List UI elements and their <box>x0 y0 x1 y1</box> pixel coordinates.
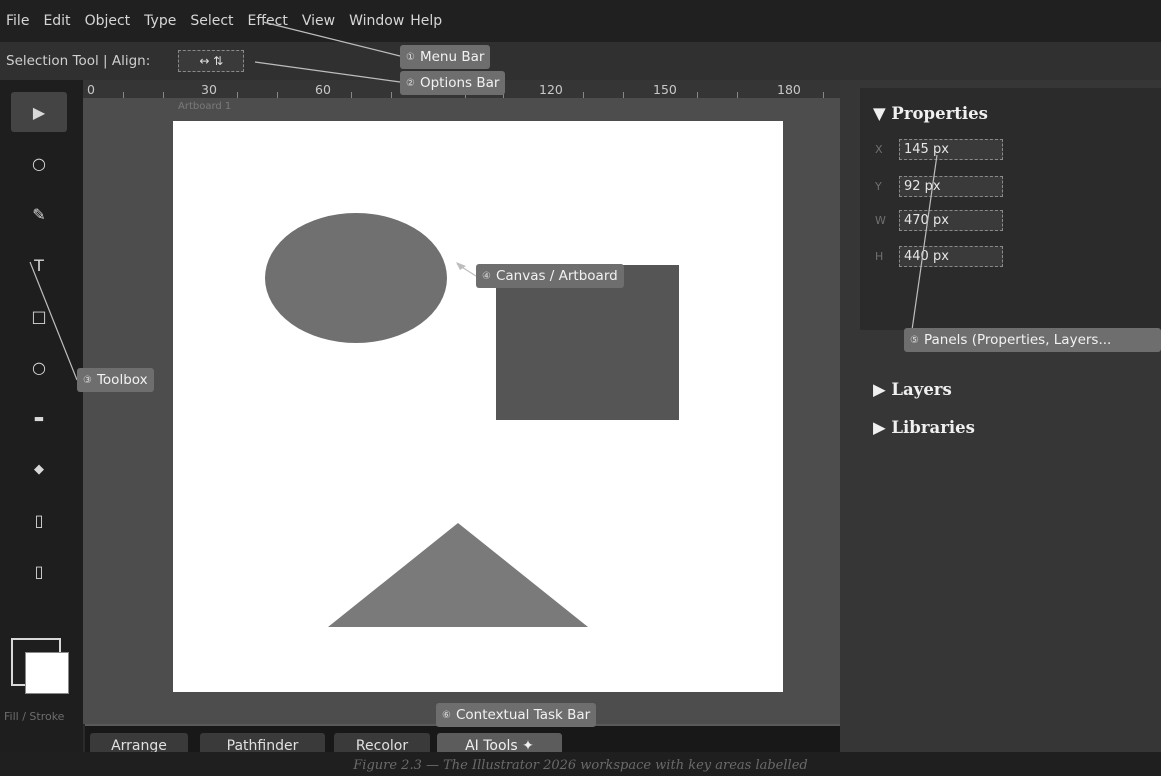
callout-number: ③ <box>83 374 92 386</box>
frame-icon: ▯ <box>34 561 44 581</box>
anchor-icon: ◆ <box>34 461 44 477</box>
callout-number: ④ <box>482 270 491 282</box>
properties-panel-title[interactable]: ▼ Properties <box>873 104 988 123</box>
align-control[interactable]: ↔ ⇅ <box>178 50 245 72</box>
artboard-tool[interactable]: ▯ <box>11 500 67 540</box>
properties-panel <box>860 88 1161 330</box>
menu-view[interactable]: View <box>302 13 335 29</box>
artboard-icon: ▯ <box>34 510 44 530</box>
fill-stroke-label: Fill / Stroke <box>4 710 65 723</box>
ruler-label: 120 <box>539 82 563 97</box>
y-label: Y <box>875 180 882 193</box>
callout-number: ⑥ <box>442 709 451 721</box>
callout-toolbox: ③ Toolbox <box>77 368 154 392</box>
callout-text: Canvas / Artboard <box>495 268 618 284</box>
type-tool[interactable]: T <box>11 245 67 285</box>
x-field[interactable]: 145 px <box>899 139 1003 160</box>
lasso-icon: ○ <box>32 153 46 173</box>
callout-number: ⑤ <box>910 334 919 346</box>
arrow-icon: ▶ <box>32 102 46 122</box>
ellipse-shape[interactable] <box>265 213 447 343</box>
libraries-panel-title[interactable]: ▶ Libraries <box>873 418 975 437</box>
anchor-tool[interactable]: ◆ <box>11 449 67 489</box>
menu-edit[interactable]: Edit <box>43 13 70 29</box>
x-label: X <box>875 143 883 156</box>
callout-text: Panels (Properties, Layers... <box>923 332 1112 348</box>
type-icon: T <box>34 255 44 275</box>
ellipse-tool[interactable]: ○ <box>11 347 67 387</box>
callout-number: ① <box>406 51 415 63</box>
layers-panel-title[interactable]: ▶ Layers <box>873 380 952 399</box>
pen-icon: ✎ <box>32 204 46 224</box>
eraser-tool[interactable]: ▬ <box>11 398 67 438</box>
callout-panels: ⑤ Panels (Properties, Layers... <box>904 328 1161 352</box>
menu-object[interactable]: Object <box>85 13 131 29</box>
eraser-icon: ▬ <box>33 411 45 425</box>
ruler-label: 0 <box>87 82 95 97</box>
menu-type[interactable]: Type <box>144 13 176 29</box>
pen-tool[interactable]: ✎ <box>11 194 67 234</box>
callout-text: Toolbox <box>96 372 148 388</box>
w-field[interactable]: 470 px <box>899 210 1003 231</box>
ruler-label: 180 <box>777 82 801 97</box>
rectangle-shape[interactable] <box>496 265 679 420</box>
ruler-label: 150 <box>653 82 677 97</box>
ellipse-icon: ○ <box>32 357 46 377</box>
zoom-tool[interactable]: ▯ <box>11 551 67 591</box>
artboard-label: Artboard 1 <box>178 101 232 112</box>
callout-number: ② <box>406 77 415 89</box>
lasso-tool[interactable]: ○ <box>11 143 67 183</box>
selection-tool[interactable]: ▶ <box>11 92 67 132</box>
triangle-shape[interactable] <box>328 523 590 629</box>
callout-task-bar: ⑥ Contextual Task Bar <box>436 703 597 727</box>
w-label: W <box>875 214 886 227</box>
figure-caption: Figure 2.3 — The Illustrator 2026 worksp… <box>353 758 808 773</box>
options-bar: Selection Tool | Align: ↔ ⇅ <box>0 42 1161 80</box>
menu-effect[interactable]: Effect <box>248 13 288 29</box>
menu-bar: File Edit Object Type Select Effect View… <box>0 0 1161 42</box>
options-tool-label: Selection Tool | Align: <box>6 53 151 69</box>
fill-swatch[interactable] <box>25 652 69 694</box>
y-field[interactable]: 92 px <box>899 176 1003 197</box>
callout-text: Contextual Task Bar <box>455 707 591 723</box>
ruler-label: 30 <box>201 82 217 97</box>
menu-window[interactable]: Window <box>349 13 404 29</box>
callout-text: Options Bar <box>419 75 500 91</box>
rectangle-tool[interactable]: □ <box>11 296 67 336</box>
h-field[interactable]: 440 px <box>899 246 1003 267</box>
ruler-label: 60 <box>315 82 331 97</box>
callout-options-bar: ② Options Bar <box>400 71 506 95</box>
callout-menu-bar: ① Menu Bar <box>400 45 491 69</box>
menu-select[interactable]: Select <box>190 13 233 29</box>
rectangle-icon: □ <box>31 306 47 326</box>
menu-help[interactable]: Help <box>410 13 442 29</box>
callout-text: Menu Bar <box>419 49 485 65</box>
toolbox: ▶ ○ ✎ T □ ○ ▬ ◆ ▯ ▯ Fill / Stroke <box>0 80 83 752</box>
callout-canvas: ④ Canvas / Artboard <box>476 264 624 288</box>
menu-file[interactable]: File <box>6 13 29 29</box>
h-label: H <box>875 250 884 263</box>
